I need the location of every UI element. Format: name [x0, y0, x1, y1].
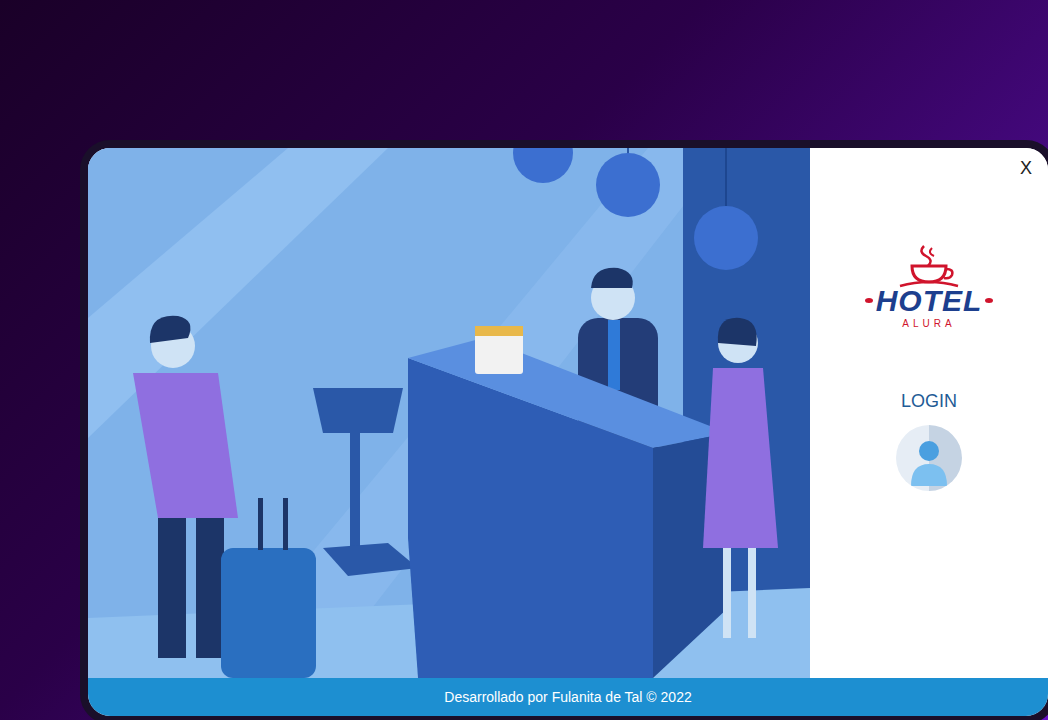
login-panel: X HOTEL ALURA LOG	[810, 148, 1048, 678]
login-window: X HOTEL ALURA LOG	[80, 140, 1048, 720]
logo-dot-icon	[865, 298, 873, 303]
logo-subtitle: ALURA	[902, 318, 955, 329]
footer-bar: Desarrollado por Fulanita de Tal © 2022	[88, 678, 1048, 716]
user-icon[interactable]	[895, 424, 963, 492]
hotel-logo: HOTEL ALURA	[865, 244, 994, 329]
logo-name: HOTEL	[876, 284, 983, 317]
cup-icon	[894, 244, 964, 288]
login-label[interactable]: LOGIN	[901, 391, 957, 412]
logo-dot-icon	[985, 298, 993, 303]
close-button[interactable]: X	[1016, 156, 1036, 181]
reception-illustration	[88, 148, 810, 678]
